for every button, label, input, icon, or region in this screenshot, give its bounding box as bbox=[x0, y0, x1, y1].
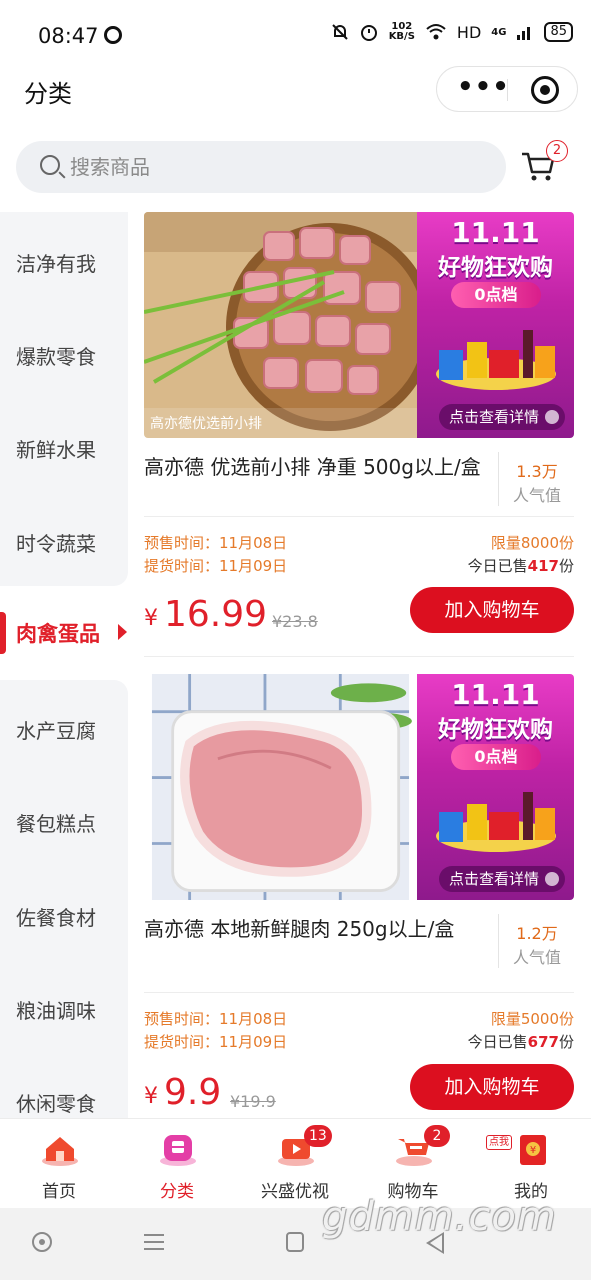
category-icon bbox=[160, 1135, 196, 1166]
divider bbox=[144, 992, 574, 993]
pickup-time: 提货时间：11月09日 bbox=[144, 1033, 288, 1051]
sidebar-item[interactable]: 新鲜水果 bbox=[16, 434, 96, 463]
click-me-tag: 点我 bbox=[486, 1135, 512, 1150]
popularity-label: 人气值 bbox=[512, 486, 561, 505]
currency-symbol: ¥ bbox=[144, 606, 158, 631]
page-title: 分类 bbox=[24, 80, 72, 108]
recent-apps-icon[interactable] bbox=[144, 1234, 164, 1250]
price: 16.99 bbox=[164, 594, 268, 635]
sidebar-item[interactable]: 休闲零食 bbox=[16, 1088, 96, 1117]
search-input[interactable] bbox=[70, 149, 490, 185]
popularity-value: 1.2万 bbox=[516, 924, 558, 943]
presale-time: 预售时间：11月08日 bbox=[144, 1010, 288, 1028]
tab-label: 首页 bbox=[42, 1182, 76, 1202]
signal-icon bbox=[517, 27, 531, 40]
promo-details-button[interactable]: 点击查看详情 bbox=[439, 404, 565, 430]
sidebar-item[interactable]: 爆款零食 bbox=[16, 341, 96, 370]
net-speed: 102 KB/S bbox=[388, 21, 415, 42]
divider bbox=[144, 656, 574, 657]
status-time: 08:47 bbox=[38, 24, 99, 48]
battery-icon: 85 bbox=[544, 22, 573, 42]
promo-tag: 0点档 bbox=[451, 282, 541, 308]
image-caption: 高亦德优选前小排 bbox=[150, 415, 262, 432]
profile-icon: ¥ bbox=[520, 1135, 546, 1165]
capsule-divider bbox=[507, 79, 508, 101]
category-sidebar: 洁净有我 爆款零食 新鲜水果 时令蔬菜 肉禽蛋品 水产豆腐 餐包糕点 佐餐食材 … bbox=[0, 212, 128, 1118]
promo-goods-illustration bbox=[436, 792, 556, 852]
hd-label: HD bbox=[456, 22, 482, 42]
sidebar-bg-bottom bbox=[0, 680, 128, 1118]
product-name[interactable]: 高亦德 本地新鲜腿肉 250g以上/盒 bbox=[144, 916, 484, 942]
promo-banner[interactable]: 11.11 好物狂欢购 0点档 点击查看详情 bbox=[417, 212, 574, 438]
status-bar: 08:47 102 KB/S HD 4G 85 bbox=[0, 0, 591, 70]
sidebar-item[interactable]: 水产豆腐 bbox=[16, 715, 96, 744]
cart-badge: 2 bbox=[424, 1125, 450, 1147]
search-icon bbox=[40, 155, 60, 175]
promo-goods-illustration bbox=[436, 330, 556, 390]
limit-quantity: 限量8000份 bbox=[490, 534, 574, 552]
watermark: gdmm.com bbox=[322, 1194, 557, 1240]
promo-date: 11.11 bbox=[451, 678, 540, 711]
sidebar-item-label: 肉禽蛋品 bbox=[16, 622, 100, 646]
sidebar-item[interactable]: 佐餐食材 bbox=[16, 902, 96, 931]
video-badge: 13 bbox=[304, 1125, 332, 1147]
divider bbox=[498, 452, 499, 506]
home-nav-icon[interactable] bbox=[286, 1232, 304, 1252]
sidebar-item[interactable]: 时令蔬菜 bbox=[16, 528, 96, 557]
tab-category[interactable]: 分类 bbox=[118, 1119, 236, 1209]
signal-label: 4G bbox=[491, 26, 507, 38]
popularity-value: 1.3万 bbox=[516, 462, 558, 481]
product-name[interactable]: 高亦德 优选前小排 净重 500g以上/盒 bbox=[144, 454, 484, 480]
original-price: ¥23.8 bbox=[272, 612, 318, 631]
pickup-time: 提货时间：11月09日 bbox=[144, 557, 288, 575]
product-image[interactable]: 11.11 好物狂欢购 0点档 点击查看详情 bbox=[144, 674, 574, 900]
tab-label: 分类 bbox=[160, 1182, 194, 1202]
pork-leg-photo bbox=[151, 674, 412, 900]
promo-title: 好物狂欢购 bbox=[438, 255, 553, 281]
pork-ribs-photo: 高亦德优选前小排 bbox=[144, 212, 417, 438]
add-to-cart-button[interactable]: 加入购物车 bbox=[410, 587, 574, 633]
status-icons: 102 KB/S HD 4G 85 bbox=[331, 22, 573, 42]
svg-text:¥: ¥ bbox=[530, 1145, 536, 1156]
assistant-icon[interactable] bbox=[32, 1232, 52, 1252]
price: 9.9 bbox=[164, 1072, 222, 1113]
promo-tag: 0点档 bbox=[451, 744, 541, 770]
divider bbox=[144, 516, 574, 517]
add-to-cart-button[interactable]: 加入购物车 bbox=[410, 1064, 574, 1110]
sold-today: 今日已售417份 bbox=[467, 557, 574, 575]
sidebar-item-active[interactable]: 肉禽蛋品 bbox=[0, 610, 128, 656]
divider bbox=[498, 914, 499, 968]
presale-time: 预售时间：11月08日 bbox=[144, 534, 288, 552]
search-bar[interactable] bbox=[16, 141, 506, 193]
sidebar-item[interactable]: 餐包糕点 bbox=[16, 808, 96, 837]
alarm-icon bbox=[360, 25, 377, 41]
original-price: ¥19.9 bbox=[230, 1092, 276, 1111]
promo-details-button[interactable]: 点击查看详情 bbox=[439, 866, 565, 892]
sidebar-item[interactable]: 粮油调味 bbox=[16, 995, 96, 1024]
miniprogram-capsule: ••• bbox=[436, 66, 578, 112]
sidebar-item[interactable]: 洁净有我 bbox=[16, 248, 96, 277]
app-notification-icon bbox=[104, 26, 122, 44]
active-arrow-icon bbox=[118, 624, 127, 640]
wifi-icon bbox=[426, 24, 446, 40]
promo-banner[interactable]: 11.11 好物狂欢购 0点档 点击查看详情 bbox=[417, 674, 574, 900]
promo-date: 11.11 bbox=[451, 216, 540, 249]
home-icon bbox=[42, 1137, 78, 1166]
cart-count-badge: 2 bbox=[546, 140, 568, 162]
sold-today: 今日已售677份 bbox=[467, 1033, 574, 1051]
product-image[interactable]: 高亦德优选前小排 11.11 好物狂欢购 0点档 点击查看详情 bbox=[144, 212, 574, 438]
limit-quantity: 限量5000份 bbox=[490, 1010, 574, 1028]
promo-title: 好物狂欢购 bbox=[438, 717, 553, 743]
close-target-icon[interactable] bbox=[531, 76, 559, 104]
currency-symbol: ¥ bbox=[144, 1084, 158, 1109]
popularity-label: 人气值 bbox=[512, 948, 561, 967]
mute-bell-icon bbox=[331, 24, 348, 40]
tab-home[interactable]: 首页 bbox=[0, 1119, 118, 1209]
active-indicator bbox=[0, 612, 6, 654]
more-icon[interactable]: ••• bbox=[457, 74, 510, 100]
